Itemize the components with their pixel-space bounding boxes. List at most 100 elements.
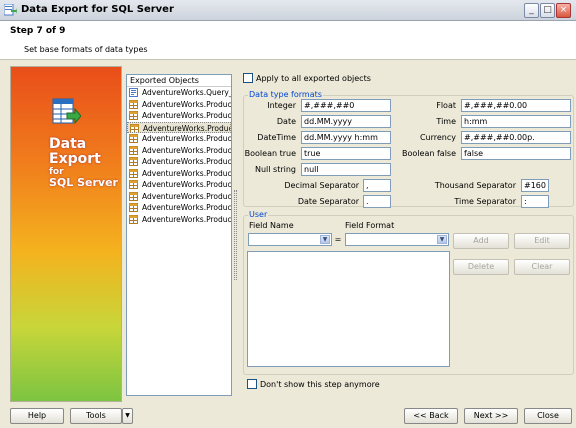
table-icon — [129, 214, 138, 224]
export-wizard-window: Data Export for SQL Server _ □ × Step 7 … — [0, 0, 576, 428]
datetime-label: DateTime — [257, 133, 296, 142]
chevron-down-icon: ▼ — [125, 412, 130, 419]
list-item[interactable]: AdventureWorks.Productio — [127, 133, 231, 145]
close-icon: × — [559, 5, 568, 15]
time-label: Time — [436, 117, 456, 126]
currency-input[interactable]: #,###,##0.00p. — [461, 131, 571, 144]
field-format-combo[interactable]: ▼ — [345, 233, 449, 246]
delete-button[interactable]: Delete — [453, 259, 509, 275]
chevron-down-icon[interactable]: ▼ — [320, 235, 330, 244]
time-input[interactable]: h:mm — [461, 115, 571, 128]
table-icon — [129, 134, 138, 143]
date-label: Date — [276, 117, 296, 126]
clear-button[interactable]: Clear — [514, 259, 570, 275]
null-string-label: Null string — [254, 165, 296, 174]
list-item[interactable]: AdventureWorks.Productio — [127, 99, 231, 111]
close-button[interactable]: Close — [524, 408, 572, 424]
integer-label: Integer — [267, 101, 296, 110]
table-icon — [129, 203, 138, 212]
dont-show-label: Don't show this step anymore — [260, 379, 380, 389]
close-window-button[interactable]: × — [556, 3, 571, 18]
integer-input[interactable]: #,###,##0 — [301, 99, 391, 112]
list-item-label: AdventureWorks.Productio — [142, 145, 231, 155]
maximize-button[interactable]: □ — [540, 3, 555, 18]
back-button[interactable]: << Back — [404, 408, 458, 424]
field-name-combo[interactable]: ▼ — [248, 233, 332, 246]
boolean-false-input[interactable]: false — [461, 147, 571, 160]
title-bar: Data Export for SQL Server _ □ × — [0, 0, 576, 21]
apply-to-all-row[interactable]: Apply to all exported objects — [243, 73, 371, 83]
table-icon — [130, 123, 139, 133]
exported-objects-items: AdventureWorks.Query_0 AdventureWorks.Pro… — [127, 87, 231, 225]
data-type-formats-group: Data type formats Integer #,###,##0 Floa… — [243, 90, 574, 208]
time-separator-label: Time Separator — [454, 197, 516, 206]
help-button[interactable]: Help — [10, 408, 64, 424]
thousand-separator-input[interactable]: #160 — [521, 179, 549, 192]
date-separator-label: Date Separator — [297, 197, 359, 206]
window-title: Data Export for SQL Server — [21, 4, 174, 15]
minimize-button[interactable]: _ — [524, 3, 539, 18]
minimize-icon: _ — [529, 5, 534, 15]
product-banner: Data Export for SQL Server — [10, 66, 122, 402]
field-format-label: Field Format — [345, 221, 395, 230]
null-string-input[interactable]: null — [301, 163, 391, 176]
list-item[interactable]: AdventureWorks.Productio — [127, 214, 231, 226]
step-title: Step 7 of 9 — [10, 26, 66, 36]
time-separator-input[interactable]: : — [521, 195, 549, 208]
edit-button[interactable]: Edit — [514, 233, 570, 249]
list-item[interactable]: AdventureWorks.Productio — [127, 110, 231, 122]
list-item[interactable]: AdventureWorks.Query_0 — [127, 87, 231, 99]
list-item[interactable]: AdventureWorks.Productio — [127, 179, 231, 191]
equals-sign: = — [334, 235, 342, 244]
list-item-label: AdventureWorks.Productio — [142, 111, 231, 120]
banner-line-export: Export — [49, 151, 101, 167]
boolean-true-input[interactable]: true — [301, 147, 391, 160]
list-item[interactable]: AdventureWorks.Productio — [127, 191, 231, 203]
table-icon — [129, 191, 138, 201]
decimal-separator-input[interactable]: , — [363, 179, 391, 192]
boolean-true-label: Boolean true — [244, 149, 296, 158]
list-item-label: AdventureWorks.Productio — [142, 203, 231, 212]
list-item[interactable]: AdventureWorks.Productio — [127, 202, 231, 214]
dont-show-checkbox[interactable] — [247, 379, 257, 389]
dont-show-row[interactable]: Don't show this step anymore — [247, 379, 380, 389]
chevron-down-icon[interactable]: ▼ — [437, 235, 447, 244]
footer-bar: Help Tools ▼ << Back Next >> Close — [0, 403, 576, 428]
date-input[interactable]: dd.MM.yyyy — [301, 115, 391, 128]
data-type-formats-title: Data type formats — [248, 90, 323, 99]
next-button[interactable]: Next >> — [464, 408, 518, 424]
list-item[interactable]: AdventureWorks.Productio — [127, 145, 231, 157]
apply-to-all-label: Apply to all exported objects — [256, 73, 371, 83]
date-separator-input[interactable]: . — [363, 195, 391, 208]
banner-text: Data Export for SQL Server — [49, 137, 118, 189]
list-item[interactable]: AdventureWorks.Productio — [127, 156, 231, 168]
list-item-label: AdventureWorks.Productio — [142, 157, 231, 166]
datetime-input[interactable]: dd.MM.yyyy h:mm — [301, 131, 391, 144]
tools-dropdown-button[interactable]: ▼ — [122, 408, 133, 424]
step-subtitle: Set base formats of data types — [24, 45, 148, 54]
list-item-label: AdventureWorks.Productio — [143, 123, 230, 133]
table-icon — [129, 180, 138, 189]
apply-to-all-checkbox[interactable] — [243, 73, 253, 83]
list-item-label: AdventureWorks.Productio — [142, 191, 231, 201]
user-formats-title: User — [248, 210, 269, 219]
table-icon — [129, 157, 138, 166]
add-button[interactable]: Add — [453, 233, 509, 249]
exported-objects-list[interactable]: Exported Objects AdventureWorks.Query_0 A… — [126, 74, 232, 396]
float-input[interactable]: #,###,##0.00 — [461, 99, 571, 112]
list-item[interactable]: AdventureWorks.Productio — [127, 121, 231, 133]
table-icon — [129, 168, 138, 178]
maximize-icon: □ — [543, 5, 552, 15]
user-formats-list[interactable] — [247, 251, 450, 367]
app-icon — [4, 4, 17, 16]
list-item[interactable]: AdventureWorks.Productio — [127, 168, 231, 180]
wizard-header: Step 7 of 9 Set base formats of data typ… — [0, 21, 576, 60]
banner-line-data: Data — [49, 136, 87, 152]
currency-label: Currency — [419, 133, 456, 142]
tools-button[interactable]: Tools — [70, 408, 122, 424]
query-icon — [129, 88, 138, 97]
splitter-handle[interactable] — [234, 190, 237, 280]
field-name-label: Field Name — [249, 221, 294, 230]
list-item-label: AdventureWorks.Productio — [142, 214, 231, 224]
list-item-label: AdventureWorks.Productio — [142, 168, 231, 178]
